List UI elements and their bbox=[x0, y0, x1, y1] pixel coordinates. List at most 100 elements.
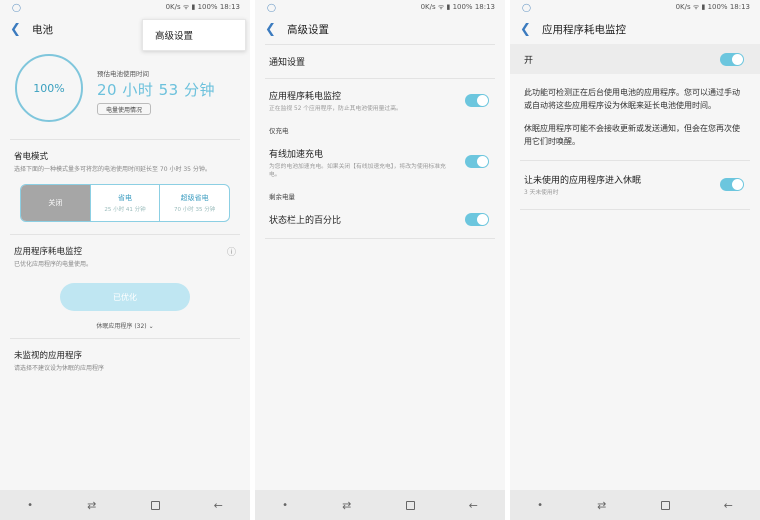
on-label: 开 bbox=[524, 55, 534, 66]
power-mode-desc: 选择下面的一种模式量多可将您的电池使用时间延长至 70 小时 35 分钟。 bbox=[14, 166, 211, 173]
sleep-note-paragraph: 休眠应用程序可能不会接收更新或发送通知，但会在您再次使用它们时唤醒。 bbox=[524, 124, 740, 146]
status-bar: ◯ 0K/s ᯤ ▮ 100% 18:13 bbox=[255, 0, 505, 14]
chevron-down-icon: ⌄ bbox=[148, 323, 154, 330]
optimized-button[interactable]: 已优化 bbox=[60, 283, 190, 311]
category-remaining: 剩余电量 bbox=[269, 193, 295, 201]
nav-bar: • ⇄ ← bbox=[510, 490, 760, 520]
page-title: 应用程序耗电监控 bbox=[542, 23, 626, 36]
net-speed: 0K/s bbox=[675, 2, 691, 11]
power-mode-title: 省电模式 bbox=[14, 152, 49, 162]
back-arrow-icon[interactable]: ❮ bbox=[265, 22, 287, 37]
auto-sleep-toggle[interactable] bbox=[720, 178, 744, 191]
master-toggle[interactable] bbox=[720, 52, 744, 66]
notification-bell-icon: ◯ bbox=[12, 2, 21, 12]
mode-off[interactable]: 关闭 bbox=[21, 185, 90, 221]
divider bbox=[10, 338, 240, 339]
app-bar: ❮ 高级设置 bbox=[255, 14, 505, 44]
percentage-toggle[interactable] bbox=[465, 212, 489, 226]
estimate-label: 预估电池使用时间 bbox=[97, 70, 149, 78]
divider bbox=[265, 238, 495, 239]
net-speed: 0K/s bbox=[420, 2, 436, 11]
app-monitor-item[interactable]: 应用程序耗电监控 正在监视 52 个应用程序，防止其电池使用量过高。 bbox=[255, 79, 505, 123]
nav-bar: • ⇄ ← bbox=[0, 490, 250, 520]
dot-icon[interactable]: • bbox=[282, 500, 288, 511]
unmonitored-title: 未监视的应用程序 bbox=[14, 351, 83, 361]
divider bbox=[10, 139, 240, 140]
monitor-toggle[interactable] bbox=[465, 94, 489, 107]
dot-icon[interactable]: • bbox=[537, 500, 543, 511]
mode-power-saving[interactable]: 省电 25 小时 41 分钟 bbox=[89, 185, 160, 221]
sleeping-apps-label: 休眠应用程序 (32) bbox=[96, 323, 147, 330]
battery-level: 100% bbox=[452, 2, 473, 11]
home-icon[interactable] bbox=[405, 500, 415, 510]
home-icon[interactable] bbox=[150, 500, 160, 510]
monitor-title: 应用程序耗电监控 bbox=[14, 247, 83, 257]
app-power-monitor-screen: ◯ 0K/s ᯤ ▮ 100% 18:13 ❮ 应用程序耗电监控 开 此功能可检… bbox=[510, 0, 760, 520]
mode-name: 关闭 bbox=[48, 199, 63, 207]
nav-bar: • ⇄ ← bbox=[255, 490, 505, 520]
app-monitor-section: ⓘ 应用程序耗电监控 已优化应用程序的电量使用。 已优化 休眠应用程序 (32)… bbox=[0, 245, 250, 330]
unmonitored-apps-item[interactable]: 未监视的应用程序 请选择不建议设为休眠的应用程序 bbox=[0, 349, 250, 373]
back-arrow-icon[interactable]: ❮ bbox=[520, 22, 542, 37]
auto-sleep-title: 让未使用的应用程序进入休眠 bbox=[524, 176, 642, 186]
page-title: 高级设置 bbox=[287, 23, 329, 36]
estimate-time: 20 小时 53 分钟 bbox=[97, 81, 215, 99]
notification-settings-item[interactable]: 通知设置 bbox=[255, 45, 505, 78]
fast-charge-title: 有线加速充电 bbox=[269, 150, 324, 160]
clock: 18:13 bbox=[219, 2, 240, 11]
page-title: 电池 bbox=[32, 23, 53, 36]
back-icon[interactable]: ← bbox=[214, 499, 223, 512]
power-mode-section: 省电模式 选择下面的一种模式量多可将您的电池使用时间延长至 70 小时 35 分… bbox=[0, 150, 250, 222]
divider bbox=[10, 234, 240, 235]
auto-sleep-item[interactable]: 让未使用的应用程序进入休眠 3 天未使用时 bbox=[510, 161, 760, 209]
mode-name: 超级省电 bbox=[180, 194, 209, 202]
notification-bell-icon: ◯ bbox=[522, 2, 531, 12]
fast-charge-item[interactable]: 有线加速充电 为您的电池加速充电。如果关闭【有线加速充电】，将改为使用标准充电。 bbox=[255, 135, 505, 189]
battery-level: 100% bbox=[197, 2, 218, 11]
monitor-desc: 已优化应用程序的电量使用。 bbox=[14, 261, 93, 268]
clock: 18:13 bbox=[729, 2, 750, 11]
category-charging: 仅充电 bbox=[269, 127, 289, 135]
back-arrow-icon[interactable]: ❮ bbox=[10, 22, 32, 37]
percentage-title: 状态栏上的百分比 bbox=[269, 216, 342, 226]
monitor-title: 应用程序耗电监控 bbox=[269, 92, 342, 102]
battery-ring: 100% bbox=[15, 54, 83, 122]
fast-charge-toggle[interactable] bbox=[465, 155, 489, 168]
advanced-settings-screen: ◯ 0K/s ᯤ ▮ 100% 18:13 ❮ 高级设置 通知设置 应用程序耗电… bbox=[255, 0, 505, 520]
status-right: 0K/s ᯤ ▮ 100% 18:13 bbox=[420, 2, 495, 11]
info-icon[interactable]: ⓘ bbox=[227, 245, 236, 258]
mode-super-saving[interactable]: 超级省电 70 小时 35 分钟 bbox=[159, 185, 229, 221]
status-bar: ◯ 0K/s ᯤ ▮ 100% 18:13 bbox=[510, 0, 760, 14]
battery-percent: 100% bbox=[33, 81, 65, 95]
recents-icon[interactable]: ⇄ bbox=[342, 499, 351, 512]
home-icon[interactable] bbox=[660, 500, 670, 510]
dot-icon[interactable]: • bbox=[27, 500, 33, 511]
auto-sleep-desc: 3 天未使用时 bbox=[524, 190, 559, 196]
fast-charge-desc: 为您的电池加速充电。如果关闭【有线加速充电】，将改为使用标准充电。 bbox=[269, 164, 446, 178]
back-icon[interactable]: ← bbox=[469, 499, 478, 512]
monitor-desc: 正在监视 52 个应用程序，防止其电池使用量过高。 bbox=[269, 106, 402, 112]
mode-name: 省电 bbox=[118, 194, 132, 202]
master-switch-bar[interactable]: 开 bbox=[510, 44, 760, 74]
status-right: 0K/s ᯤ ▮ 100% 18:13 bbox=[165, 2, 240, 11]
description-paragraph: 此功能可检测正在后台使用电池的应用程序。您可以通过手动或自动将这些应用程序设为休… bbox=[524, 88, 740, 110]
divider bbox=[520, 209, 750, 210]
power-mode-selector: 关闭 省电 25 小时 41 分钟 超级省电 70 小时 35 分钟 bbox=[20, 184, 230, 222]
mode-duration: 25 小时 41 分钟 bbox=[104, 207, 146, 213]
recents-icon[interactable]: ⇄ bbox=[597, 499, 606, 512]
back-icon[interactable]: ← bbox=[724, 499, 733, 512]
mode-duration: 70 小时 35 分钟 bbox=[174, 207, 216, 213]
battery-usage-button[interactable]: 电量使用情况 bbox=[97, 103, 152, 115]
unmonitored-desc: 请选择不建议设为休眠的应用程序 bbox=[14, 365, 105, 372]
notification-bell-icon: ◯ bbox=[267, 2, 276, 12]
battery-screen: ◯ 0K/s ᯤ ▮ 100% 18:13 ❮ 电池 高级设置 100% 预估电… bbox=[0, 0, 250, 520]
battery-summary: 100% 预估电池使用时间 20 小时 53 分钟 电量使用情况 bbox=[0, 44, 250, 139]
sleeping-apps-expander[interactable]: 休眠应用程序 (32) ⌄ bbox=[0, 321, 250, 330]
recents-icon[interactable]: ⇄ bbox=[87, 499, 96, 512]
notification-settings-label: 通知设置 bbox=[269, 58, 306, 68]
app-bar: ❮ 应用程序耗电监控 bbox=[510, 14, 760, 44]
percentage-item[interactable]: 状态栏上的百分比 bbox=[255, 201, 505, 238]
status-right: 0K/s ᯤ ▮ 100% 18:13 bbox=[675, 2, 750, 11]
battery-level: 100% bbox=[707, 2, 728, 11]
status-bar: ◯ 0K/s ᯤ ▮ 100% 18:13 bbox=[0, 0, 250, 14]
